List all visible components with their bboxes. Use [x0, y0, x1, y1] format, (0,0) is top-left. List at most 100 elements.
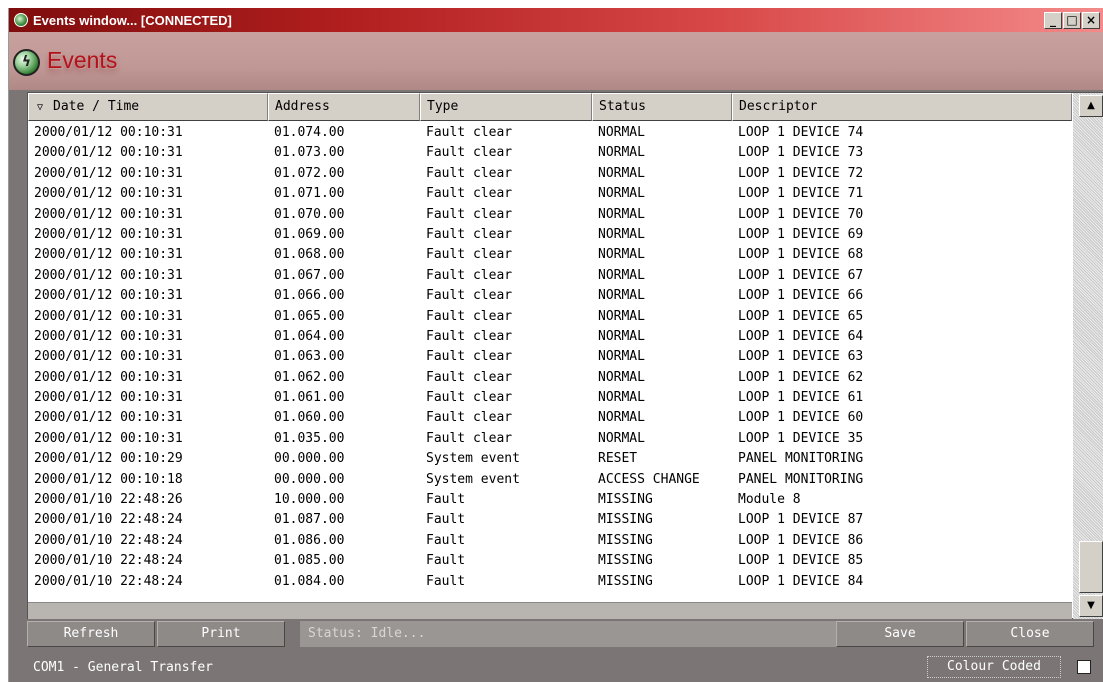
cell-address: 01.071.00 — [274, 186, 345, 202]
cell-address: 10.000.00 — [274, 492, 345, 508]
maximize-button[interactable]: □ — [1063, 11, 1081, 29]
table-row[interactable]: 2000/01/12 00:10:31 01.073.00 Fault clear N… — [28, 143, 1072, 163]
cell-date-time: 2000/01/12 00:10:31 — [34, 247, 183, 263]
column-header-status[interactable]: Status — [592, 93, 732, 121]
cell-date-time: 2000/01/12 00:10:29 — [34, 451, 183, 467]
cell-address: 01.035.00 — [274, 430, 345, 446]
cell-type: Fault clear — [426, 206, 513, 222]
cell-type: Fault clear — [426, 369, 513, 385]
table-row[interactable]: 2000/01/12 00:10:31 01.063.00 Fault clear N… — [28, 347, 1072, 367]
cell-status: NORMAL — [598, 186, 645, 202]
cell-address: 01.086.00 — [274, 532, 345, 548]
table-row[interactable]: 2000/01/10 22:48:26 10.000.00 Fault MISSING… — [28, 490, 1072, 510]
cell-type: Fault — [426, 532, 466, 548]
cell-status: NORMAL — [598, 349, 645, 365]
table-row[interactable]: 2000/01/12 00:10:31 01.065.00 Fault clear N… — [28, 307, 1072, 327]
scroll-up-button[interactable]: ▲ — [1079, 95, 1103, 117]
cell-descriptor: LOOP 1 DEVICE 65 — [738, 308, 864, 324]
cell-address: 01.085.00 — [274, 553, 345, 569]
close-button[interactable]: Close — [966, 621, 1094, 647]
title-bar[interactable]: Events window... [CONNECTED] _ □ × — [9, 8, 1103, 32]
column-header-date-time[interactable]: ▽ Date / Time — [28, 93, 268, 121]
events-window: Events window... [CONNECTED] _ □ × ϟ Eve… — [8, 8, 1103, 682]
vertical-scrollbar[interactable]: ▲ ▼ — [1073, 93, 1103, 619]
cell-address: 01.074.00 — [274, 125, 345, 140]
table-row[interactable]: 2000/01/10 22:48:24 01.086.00 Fault MISSING… — [28, 531, 1072, 551]
cell-address: 01.063.00 — [274, 349, 345, 365]
table-row[interactable]: 2000/01/12 00:10:31 01.066.00 Fault clear N… — [28, 286, 1072, 306]
table-row[interactable]: 2000/01/12 00:10:31 01.060.00 Fault clear N… — [28, 408, 1072, 428]
window-controls: _ □ × — [1044, 11, 1100, 29]
table-row[interactable]: 2000/01/12 00:10:31 01.068.00 Fault clear N… — [28, 245, 1072, 265]
cell-address: 00.000.00 — [274, 471, 345, 487]
scroll-down-button[interactable]: ▼ — [1079, 595, 1103, 617]
table-row[interactable]: 2000/01/12 00:10:31 01.067.00 Fault clear N… — [28, 266, 1072, 286]
cell-date-time: 2000/01/12 00:10:31 — [34, 430, 183, 446]
cell-address: 01.062.00 — [274, 369, 345, 385]
column-header-type[interactable]: Type — [420, 93, 592, 121]
cell-status: NORMAL — [598, 288, 645, 304]
cell-date-time: 2000/01/12 00:10:31 — [34, 410, 183, 426]
cell-address: 01.068.00 — [274, 247, 345, 263]
table-row[interactable]: 2000/01/10 22:48:24 01.087.00 Fault MISSING… — [28, 510, 1072, 530]
cell-address: 01.069.00 — [274, 226, 345, 242]
cell-address: 01.065.00 — [274, 308, 345, 324]
cell-address: 01.070.00 — [274, 206, 345, 222]
cell-address: 00.000.00 — [274, 451, 345, 467]
colour-coded-label[interactable]: Colour Coded — [927, 656, 1061, 678]
cell-type: Fault clear — [426, 226, 513, 242]
cell-descriptor: LOOP 1 DEVICE 74 — [738, 125, 864, 140]
print-button[interactable]: Print — [157, 621, 285, 647]
column-label: Date / Time — [53, 99, 140, 114]
table-row[interactable]: 2000/01/10 22:48:24 01.085.00 Fault MISSING… — [28, 551, 1072, 571]
cell-address: 01.073.00 — [274, 145, 345, 161]
cell-type: Fault clear — [426, 125, 513, 140]
table-row[interactable]: 2000/01/10 22:48:24 01.084.00 Fault MISSING… — [28, 572, 1072, 592]
cell-date-time: 2000/01/12 00:10:31 — [34, 328, 183, 344]
table-row[interactable]: 2000/01/12 00:10:31 01.070.00 Fault clear N… — [28, 205, 1072, 225]
cell-status: NORMAL — [598, 328, 645, 344]
cell-type: System event — [426, 451, 520, 467]
cell-type: Fault — [426, 553, 466, 569]
table-row[interactable]: 2000/01/12 00:10:31 01.064.00 Fault clear N… — [28, 327, 1072, 347]
cell-date-time: 2000/01/12 00:10:31 — [34, 288, 183, 304]
cell-date-time: 2000/01/12 00:10:31 — [34, 308, 183, 324]
horizontal-scrollbar[interactable] — [28, 602, 1072, 619]
scroll-thumb[interactable] — [1079, 541, 1103, 593]
cell-descriptor: LOOP 1 DEVICE 66 — [738, 288, 864, 304]
status-field: Status: Idle... — [300, 621, 836, 647]
table-row[interactable]: 2000/01/12 00:10:31 01.061.00 Fault clear N… — [28, 388, 1072, 408]
cell-descriptor: LOOP 1 DEVICE 85 — [738, 553, 864, 569]
cell-descriptor: PANEL MONITORING — [738, 451, 864, 467]
table-row[interactable]: 2000/01/12 00:10:31 01.074.00 Fault clear N… — [28, 123, 1072, 143]
cell-type: Fault clear — [426, 349, 513, 365]
cell-descriptor: LOOP 1 DEVICE 63 — [738, 349, 864, 365]
minimize-button[interactable]: _ — [1044, 11, 1062, 29]
table-row[interactable]: 2000/01/12 00:10:31 01.062.00 Fault clear N… — [28, 368, 1072, 388]
column-header-address[interactable]: Address — [268, 93, 420, 121]
table-row[interactable]: 2000/01/12 00:10:31 01.071.00 Fault clear N… — [28, 184, 1072, 204]
cell-descriptor: LOOP 1 DEVICE 71 — [738, 186, 864, 202]
cell-descriptor: LOOP 1 DEVICE 70 — [738, 206, 864, 222]
table-row[interactable]: 2000/01/12 00:10:18 00.000.00 System event… — [28, 470, 1072, 490]
cell-address: 01.066.00 — [274, 288, 345, 304]
table-row[interactable]: 2000/01/12 00:10:31 01.072.00 Fault clear N… — [28, 164, 1072, 184]
close-window-button[interactable]: × — [1082, 11, 1100, 29]
column-header-descriptor[interactable]: Descriptor — [732, 93, 1072, 121]
refresh-button[interactable]: Refresh — [27, 621, 155, 647]
colour-coded-checkbox[interactable] — [1077, 660, 1091, 674]
table-row[interactable]: 2000/01/12 00:10:31 01.035.00 Fault clear N… — [28, 429, 1072, 449]
cell-type: System event — [426, 471, 520, 487]
cell-status: MISSING — [598, 532, 653, 548]
save-button[interactable]: Save — [836, 621, 964, 647]
cell-type: Fault clear — [426, 308, 513, 324]
cell-type: Fault clear — [426, 247, 513, 263]
table-row[interactable]: 2000/01/12 00:10:29 00.000.00 System event… — [28, 449, 1072, 469]
cell-descriptor: LOOP 1 DEVICE 67 — [738, 267, 864, 283]
lightning-globe-icon: ϟ — [13, 49, 40, 76]
cell-type: Fault clear — [426, 328, 513, 344]
cell-status: NORMAL — [598, 410, 645, 426]
cell-type: Fault clear — [426, 288, 513, 304]
table-row[interactable]: 2000/01/12 00:10:31 01.069.00 Fault clear N… — [28, 225, 1072, 245]
cell-status: NORMAL — [598, 247, 645, 263]
